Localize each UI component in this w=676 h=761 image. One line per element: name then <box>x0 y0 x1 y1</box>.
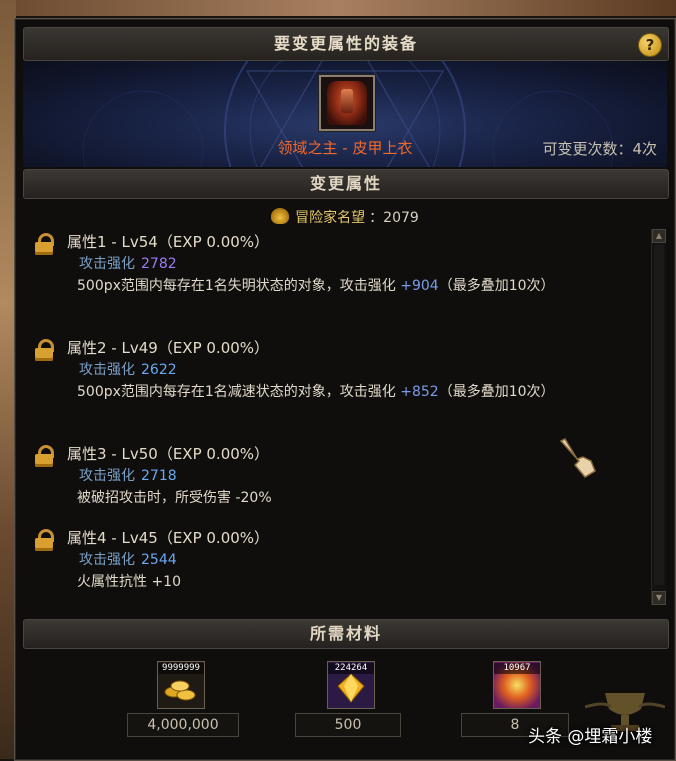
attribute-stat: 攻击强化 2544 <box>79 549 177 569</box>
watermark-text: 头条 @埋霜小楼 <box>528 727 653 747</box>
attribute-stat: 攻击强化 2718 <box>79 465 177 485</box>
attribute-header: 属性1 - Lv54（EXP 0.00%） <box>67 233 270 251</box>
material-gold[interactable]: 9999999 <box>149 661 205 709</box>
section-header-attributes: 变更属性 <box>23 169 669 199</box>
lock-icon[interactable] <box>35 529 54 551</box>
lock-icon[interactable] <box>35 233 54 255</box>
attribute-header: 属性3 - Lv50（EXP 0.00%） <box>67 445 270 463</box>
material-stack-count: 9999999 <box>158 663 204 674</box>
section-header-materials: 所需材料 <box>23 619 669 649</box>
attribute-description: 火属性抗性 +10 <box>77 571 597 593</box>
desc-suffix: （最多叠加10次） <box>438 384 555 400</box>
section-title-materials: 所需材料 <box>309 624 382 643</box>
stat-label: 攻击强化 <box>79 362 135 378</box>
desc-text: 火属性抗性 +10 <box>77 574 181 590</box>
medal-icon <box>271 208 290 224</box>
adventurer-reputation: 冒险家名望 ：2079 <box>15 207 675 227</box>
material-amount-crystal: 500 <box>295 713 401 737</box>
desc-bonus: +904 <box>400 278 439 294</box>
hand-cursor-icon <box>559 438 596 478</box>
background-strip-top <box>0 0 676 16</box>
reputation-value: ：2079 <box>369 210 419 226</box>
attribute-scrollbar[interactable]: ▲ ▼ <box>651 229 666 605</box>
stat-value: 2544 <box>141 552 177 568</box>
help-icon[interactable]: ? <box>638 33 662 57</box>
reputation-label: 冒险家名望 <box>295 210 366 226</box>
desc-text: 被破招攻击时，所受伤害 -20% <box>77 490 272 506</box>
material-amount-gold: 4,000,000 <box>127 713 239 737</box>
attribute-stat: 攻击强化 2622 <box>79 359 177 379</box>
window-titlebar: 要变更属性的装备 ? <box>23 27 669 61</box>
stat-value: 2782 <box>141 256 177 272</box>
gold-crystal-icon[interactable]: 224264 <box>327 661 375 709</box>
attribute-header: 属性2 - Lv49（EXP 0.00%） <box>67 339 270 357</box>
equipment-slot[interactable] <box>319 75 375 131</box>
stat-label: 攻击强化 <box>79 468 135 484</box>
stat-label: 攻击强化 <box>79 256 135 272</box>
lock-icon[interactable] <box>35 339 54 361</box>
attribute-description: 500px范围内每存在1名失明状态的对象，攻击强化 +904（最多叠加10次） <box>77 275 597 297</box>
item-banner: 领域之主 - 皮甲上衣 可变更次数：4次 <box>23 61 667 167</box>
attribute-description: 500px范围内每存在1名减速状态的对象，攻击强化 +852（最多叠加10次） <box>77 381 597 403</box>
material-stack-count: 10967 <box>494 663 540 674</box>
section-title-attributes: 变更属性 <box>309 174 382 193</box>
change-count: 可变更次数：4次 <box>542 140 657 158</box>
gold-coins-icon[interactable]: 9999999 <box>157 661 205 709</box>
desc-text: 500px范围内每存在1名减速状态的对象，攻击强化 <box>77 384 401 400</box>
material-magic[interactable]: 10967 <box>485 661 541 709</box>
attribute-header: 属性4 - Lv45（EXP 0.00%） <box>67 529 270 547</box>
leather-chest-icon <box>327 81 367 125</box>
scroll-up-icon[interactable]: ▲ <box>652 229 666 243</box>
material-crystal[interactable]: 224264 <box>319 661 375 709</box>
window-title: 要变更属性的装备 <box>273 34 418 53</box>
desc-text: 500px范围内每存在1名失明状态的对象，攻击强化 <box>77 278 401 294</box>
attribute-change-window: 要变更属性的装备 ? 领域之主 - 皮甲上衣 可变更次数：4次 变更属性 冒险家… <box>14 18 676 761</box>
attribute-description: 被破招攻击时，所受伤害 -20% <box>77 487 597 509</box>
desc-bonus: +852 <box>400 384 439 400</box>
material-stack-count: 224264 <box>328 663 374 674</box>
attribute-stat: 攻击强化 2782 <box>79 253 177 273</box>
scroll-track[interactable] <box>654 245 664 585</box>
scroll-down-icon[interactable]: ▼ <box>652 591 666 605</box>
desc-suffix: （最多叠加10次） <box>438 278 555 294</box>
stat-value: 2622 <box>141 362 177 378</box>
stat-value: 2718 <box>141 468 177 484</box>
magic-sun-icon[interactable]: 10967 <box>493 661 541 709</box>
stat-label: 攻击强化 <box>79 552 135 568</box>
lock-icon[interactable] <box>35 445 54 467</box>
